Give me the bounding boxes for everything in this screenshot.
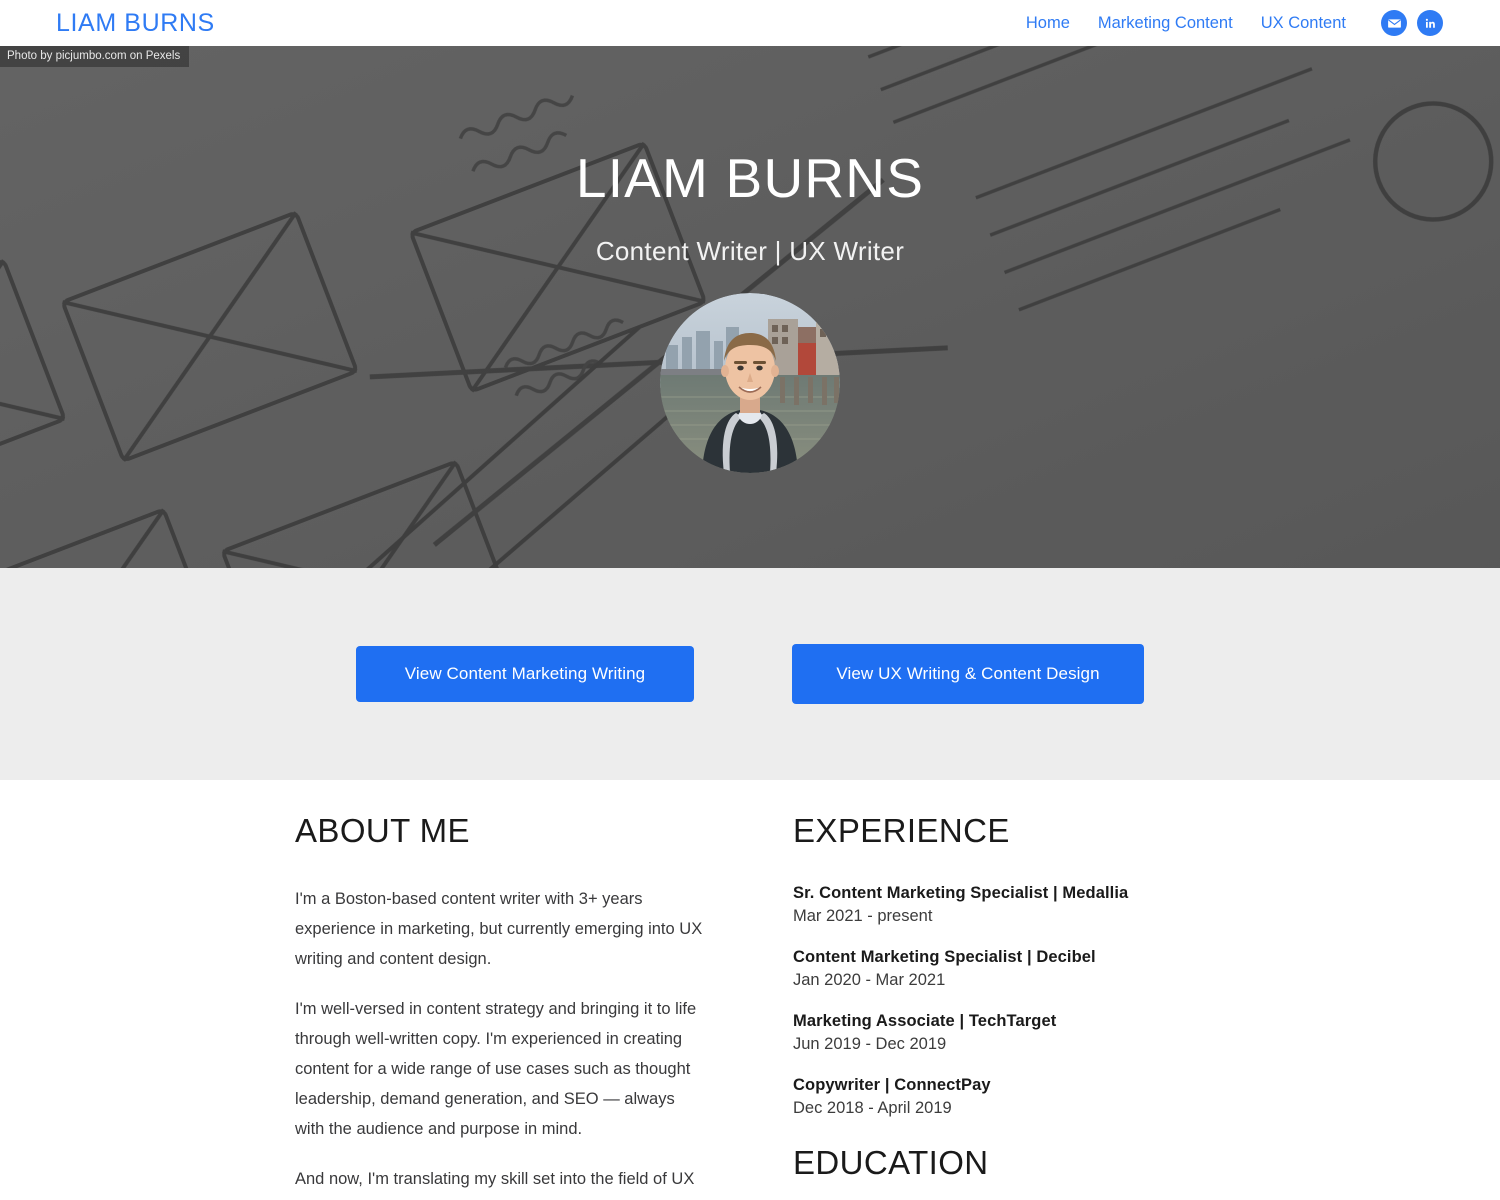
hero-title: LIAM BURNS <box>575 147 925 209</box>
nav-home[interactable]: Home <box>1026 14 1070 33</box>
job-title: Content Marketing Specialist | Decibel <box>793 948 1096 966</box>
main-content: ABOUT ME I'm a Boston-based content writ… <box>0 780 1500 1200</box>
experience-item: Sr. Content Marketing Specialist | Medal… <box>793 884 1205 926</box>
avatar-photo <box>660 292 840 473</box>
cta-band: View Content Marketing Writing View UX W… <box>0 568 1500 780</box>
experience-item: Marketing Associate | TechTarget Jun 201… <box>793 1012 1205 1054</box>
hero-section: Photo by picjumbo.com on Pexels LIAM BUR… <box>0 46 1500 568</box>
job-title: Copywriter | ConnectPay <box>793 1076 991 1094</box>
job-dates: Jun 2019 - Dec 2019 <box>793 1035 947 1053</box>
about-paragraph: And now, I'm translating my skill set in… <box>295 1170 695 1189</box>
about-paragraph: I'm well-versed in content strategy and … <box>295 1000 697 1139</box>
job-title: Marketing Associate | TechTarget <box>793 1012 1057 1030</box>
about-me-column: ABOUT ME I'm a Boston-based content writ… <box>295 812 707 1200</box>
job-title: Sr. Content Marketing Specialist | Medal… <box>793 884 1129 902</box>
experience-heading: EXPERIENCE <box>793 812 1010 849</box>
photo-credit-badge: Photo by picjumbo.com on Pexels <box>0 46 190 67</box>
experience-column: EXPERIENCE Sr. Content Marketing Special… <box>793 812 1205 1200</box>
nav-ux-content[interactable]: UX Content <box>1261 14 1346 33</box>
job-dates: Mar 2021 - present <box>793 907 933 925</box>
education-heading: EDUCATION <box>793 1144 989 1181</box>
job-dates: Dec 2018 - April 2019 <box>793 1099 952 1117</box>
about-paragraph: I'm a Boston-based content writer with 3… <box>295 890 703 969</box>
linkedin-icon <box>1425 18 1435 28</box>
main-navigation: Home Marketing Content UX Content <box>1026 10 1443 36</box>
site-header: LIAM BURNS Home Marketing Content UX Con… <box>0 0 1500 46</box>
view-content-marketing-writing-button[interactable]: View Content Marketing Writing <box>356 645 694 703</box>
avatar <box>660 292 840 473</box>
experience-item: Content Marketing Specialist | Decibel J… <box>793 948 1205 990</box>
experience-item: Copywriter | ConnectPay Dec 2018 - April… <box>793 1076 1205 1118</box>
linkedin-icon-button[interactable] <box>1417 10 1443 36</box>
social-links <box>1381 10 1443 36</box>
about-me-heading: ABOUT ME <box>295 812 470 849</box>
email-icon <box>1387 18 1401 28</box>
email-icon-button[interactable] <box>1381 10 1407 36</box>
nav-marketing-content[interactable]: Marketing Content <box>1098 14 1233 33</box>
job-dates: Jan 2020 - Mar 2021 <box>793 971 946 989</box>
view-ux-writing-content-design-button[interactable]: View UX Writing & Content Design <box>792 643 1144 705</box>
hero-subtitle: Content Writer | UX Writer <box>595 235 905 266</box>
site-brand-logo[interactable]: LIAM BURNS <box>56 9 215 38</box>
